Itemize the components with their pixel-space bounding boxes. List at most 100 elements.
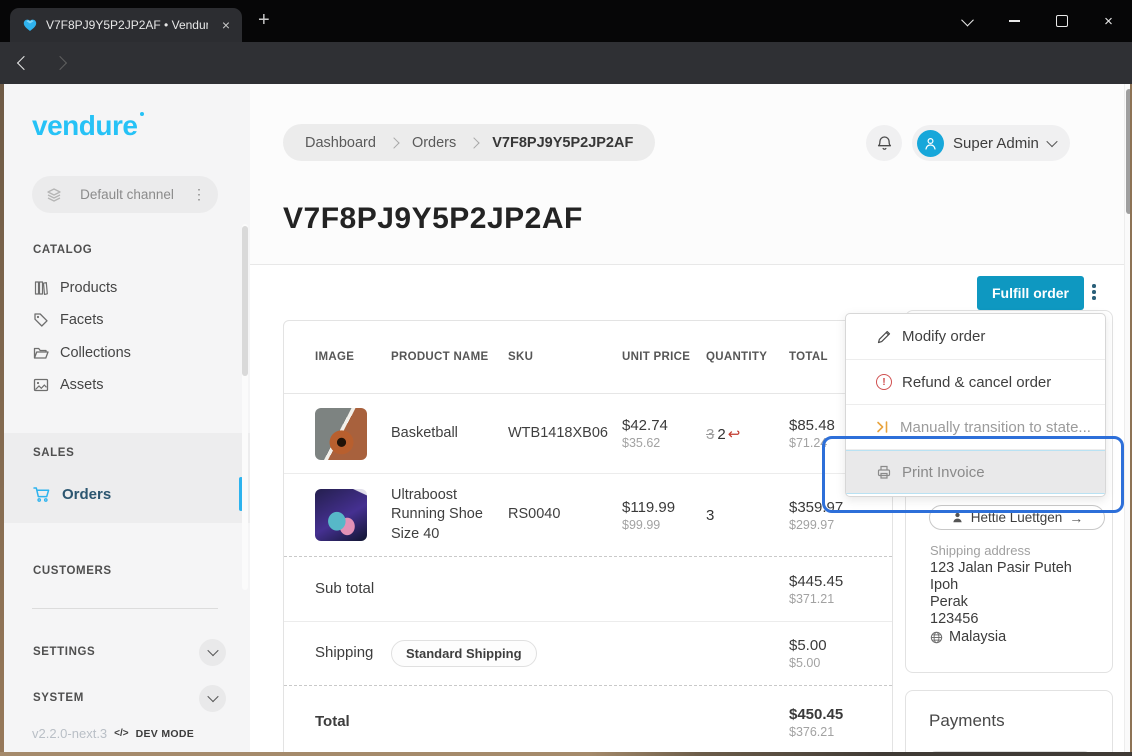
forward-button[interactable] <box>50 54 70 72</box>
cell-sku: WTB1418XB06 <box>508 424 622 444</box>
bell-icon <box>876 135 893 152</box>
order-detail-content: Fulfill order IMAGE PRODUCT NAME SKU UNI… <box>250 266 1124 756</box>
wallpaper-edge-left <box>0 84 4 756</box>
sidebar-item-products[interactable]: Products <box>33 271 117 304</box>
total-label: Total <box>315 710 391 735</box>
chevron-right-icon <box>469 137 480 148</box>
tab-close-icon[interactable]: × <box>216 15 236 35</box>
breadcrumb-dashboard[interactable]: Dashboard <box>305 135 376 151</box>
breadcrumb-current: V7F8PJ9Y5P2JP2AF <box>492 135 633 151</box>
section-label-system: SYSTEM <box>33 692 84 704</box>
total-net: $299.97 <box>789 518 878 532</box>
fulfill-order-button[interactable]: Fulfill order <box>977 276 1084 310</box>
expand-system-button[interactable] <box>199 685 226 712</box>
column-quantity: QUANTITY <box>706 351 789 363</box>
column-product-name: PRODUCT NAME <box>391 351 508 363</box>
subtotal-value: $445.45 $371.21 <box>789 573 878 606</box>
page-title: V7F8PJ9Y5P2JP2AF <box>283 202 583 236</box>
sidebar-item-facets[interactable]: Facets <box>33 303 104 336</box>
cell-quantity: 3 <box>706 507 789 524</box>
order-total-gross: $450.45 <box>789 706 878 723</box>
sidebar-item-label: Products <box>60 280 117 296</box>
tab-title: V7F8PJ9Y5P2JP2AF • Vendure <box>46 18 208 32</box>
shipping-address: 123 Jalan Pasir Puteh Ipoh Perak 123456 <box>930 560 1072 628</box>
expand-settings-button[interactable] <box>199 639 226 666</box>
menu-item-modify-order[interactable]: Modify order <box>846 314 1105 359</box>
sidebar-item-label: Orders <box>62 486 111 503</box>
total-gross: $359.97 <box>789 499 878 516</box>
tab-search-icon[interactable] <box>944 0 991 42</box>
table-header-row: IMAGE PRODUCT NAME SKU UNIT PRICE QUANTI… <box>284 321 892 394</box>
payments-card: Payments <box>905 690 1113 756</box>
layers-icon <box>46 187 62 203</box>
cell-quantity: 32↩ <box>706 425 789 443</box>
vendure-admin-app: vendure Default channel ⋮ CATALOG Produc… <box>0 84 1132 756</box>
minimize-button[interactable] <box>991 0 1038 42</box>
shipping-row: Shipping Standard Shipping $5.00 $5.00 <box>284 622 892 686</box>
address-line: 123456 <box>930 611 1072 628</box>
back-button[interactable] <box>14 54 34 72</box>
sidebar-item-orders[interactable]: Orders <box>33 477 111 511</box>
chevron-down-icon <box>1046 136 1057 147</box>
breadcrumb: Dashboard Orders V7F8PJ9Y5P2JP2AF <box>283 124 655 161</box>
address-line: 123 Jalan Pasir Puteh <box>930 560 1072 577</box>
cell-product-name[interactable]: Basketball <box>391 424 508 444</box>
column-sku: SKU <box>508 351 622 363</box>
printer-icon <box>876 464 892 480</box>
shipping-method-badge: Standard Shipping <box>391 640 537 667</box>
product-image-shoe[interactable] <box>315 489 367 541</box>
channel-selector[interactable]: Default channel ⋮ <box>32 176 218 213</box>
sidebar-item-label: Collections <box>60 345 131 361</box>
menu-item-label: Print Invoice <box>902 464 985 481</box>
vendure-logo[interactable]: vendure <box>32 110 137 142</box>
pencil-icon <box>876 329 892 345</box>
menu-item-refund-cancel[interactable]: ! Refund & cancel order <box>846 359 1105 404</box>
section-label-sales: SALES <box>33 447 74 459</box>
channel-label: Default channel <box>72 187 182 202</box>
cell-unit-price: $42.74 $35.62 <box>622 417 706 450</box>
menu-item-transition-state[interactable]: Manually transition to state... <box>846 404 1105 449</box>
section-label-settings: SETTINGS <box>33 646 95 658</box>
browser-titlebar: V7F8PJ9Y5P2JP2AF • Vendure × + × <box>0 0 1132 42</box>
channel-menu-icon[interactable]: ⋮ <box>192 186 206 203</box>
unit-price-net: $35.62 <box>622 436 706 450</box>
sidebar-scrollbar[interactable] <box>242 224 248 590</box>
menu-item-print-invoice[interactable]: Print Invoice <box>846 449 1105 494</box>
user-menu[interactable]: Super Admin <box>912 125 1070 161</box>
shipping-net: $5.00 <box>789 656 878 670</box>
section-label-customers[interactable]: CUSTOMERS <box>33 565 112 577</box>
menu-item-label: Manually transition to state... <box>900 419 1091 436</box>
quantity-old: 3 <box>706 426 714 443</box>
customer-link-button[interactable]: Hettie Luettgen → <box>929 505 1105 530</box>
sidebar-item-assets[interactable]: Assets <box>33 368 104 401</box>
arrow-right-icon: → <box>1069 510 1083 526</box>
section-label-catalog: CATALOG <box>33 244 92 256</box>
shipping-label: Shipping <box>315 641 391 666</box>
sidebar-group-settings[interactable]: SETTINGS <box>33 636 226 668</box>
code-icon: </> <box>114 728 128 739</box>
customer-name: Hettie Luettgen <box>971 510 1063 525</box>
quantity-modified-icon: ↩ <box>728 426 741 443</box>
image-icon <box>33 377 49 393</box>
sidebar-item-collections[interactable]: Collections <box>33 336 131 369</box>
breadcrumb-orders[interactable]: Orders <box>412 135 456 151</box>
sidebar-group-system[interactable]: SYSTEM <box>33 682 226 714</box>
address-line: Perak <box>930 594 1072 611</box>
new-tab-button[interactable]: + <box>258 9 270 32</box>
globe-icon <box>930 631 943 644</box>
subtotal-label: Sub total <box>315 577 391 602</box>
order-actions-menu-button[interactable] <box>1090 282 1098 302</box>
close-button[interactable]: × <box>1085 0 1132 42</box>
product-image-basketball[interactable] <box>315 408 367 460</box>
page-header: Dashboard Orders V7F8PJ9Y5P2JP2AF Super … <box>250 84 1124 265</box>
divider <box>32 608 218 609</box>
notifications-button[interactable] <box>866 125 902 161</box>
order-total-value: $450.45 $376.21 <box>789 706 878 739</box>
order-total-net: $376.21 <box>789 725 878 739</box>
folder-icon <box>33 345 49 361</box>
maximize-button[interactable] <box>1038 0 1085 42</box>
tag-icon <box>33 312 49 328</box>
cell-product-name[interactable]: Ultraboost Running Shoe Size 40 <box>391 486 508 545</box>
browser-tab[interactable]: V7F8PJ9Y5P2JP2AF • Vendure × <box>10 8 242 42</box>
products-icon <box>33 280 49 296</box>
